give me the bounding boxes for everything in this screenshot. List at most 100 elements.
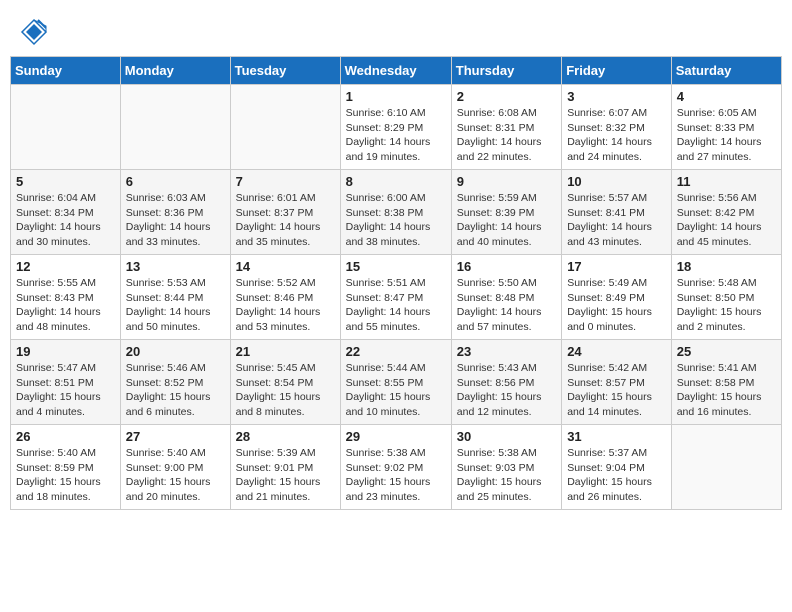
day-number: 11 (677, 174, 776, 189)
calendar-cell: 28 Sunrise: 5:39 AM Sunset: 9:01 PM Dayli… (230, 425, 340, 510)
day-number: 9 (457, 174, 556, 189)
day-info: Sunrise: 5:51 AM Sunset: 8:47 PM Dayligh… (346, 276, 446, 335)
day-header-tuesday: Tuesday (230, 57, 340, 85)
day-info: Sunrise: 6:04 AM Sunset: 8:34 PM Dayligh… (16, 191, 115, 250)
day-number: 16 (457, 259, 556, 274)
day-info: Sunrise: 5:40 AM Sunset: 9:00 PM Dayligh… (126, 446, 225, 505)
page-header (10, 10, 782, 50)
calendar-cell: 16 Sunrise: 5:50 AM Sunset: 8:48 PM Dayli… (451, 255, 561, 340)
day-info: Sunrise: 5:53 AM Sunset: 8:44 PM Dayligh… (126, 276, 225, 335)
day-number: 18 (677, 259, 776, 274)
day-number: 13 (126, 259, 225, 274)
day-number: 12 (16, 259, 115, 274)
calendar-cell: 19Sunrise: 5:47 AM Sunset: 8:51 PM Dayli… (11, 340, 121, 425)
day-info: Sunrise: 5:37 AM Sunset: 9:04 PM Dayligh… (567, 446, 666, 505)
day-info: Sunrise: 5:41 AM Sunset: 8:58 PM Dayligh… (677, 361, 776, 420)
day-number: 24 (567, 344, 666, 359)
day-number: 5 (16, 174, 115, 189)
calendar-table: SundayMondayTuesdayWednesdayThursdayFrid… (10, 56, 782, 510)
week-row-4: 19Sunrise: 5:47 AM Sunset: 8:51 PM Dayli… (11, 340, 782, 425)
week-row-2: 5 Sunrise: 6:04 AM Sunset: 8:34 PM Daylig… (11, 170, 782, 255)
calendar-cell: 1 Sunrise: 6:10 AM Sunset: 8:29 PM Daylig… (340, 85, 451, 170)
day-info: Sunrise: 6:05 AM Sunset: 8:33 PM Dayligh… (677, 106, 776, 165)
calendar-cell: 26 Sunrise: 5:40 AM Sunset: 8:59 PM Dayli… (11, 425, 121, 510)
day-number: 2 (457, 89, 556, 104)
calendar-cell: 14Sunrise: 5:52 AM Sunset: 8:46 PM Dayli… (230, 255, 340, 340)
week-row-1: 1 Sunrise: 6:10 AM Sunset: 8:29 PM Daylig… (11, 85, 782, 170)
logo (20, 18, 50, 46)
calendar-cell: 7Sunrise: 6:01 AM Sunset: 8:37 PM Daylig… (230, 170, 340, 255)
day-info: Sunrise: 5:59 AM Sunset: 8:39 PM Dayligh… (457, 191, 556, 250)
day-header-wednesday: Wednesday (340, 57, 451, 85)
day-info: Sunrise: 5:38 AM Sunset: 9:03 PM Dayligh… (457, 446, 556, 505)
calendar-cell (120, 85, 230, 170)
calendar-cell: 6 Sunrise: 6:03 AM Sunset: 8:36 PM Daylig… (120, 170, 230, 255)
header-row: SundayMondayTuesdayWednesdayThursdayFrid… (11, 57, 782, 85)
day-info: Sunrise: 5:49 AM Sunset: 8:49 PM Dayligh… (567, 276, 666, 335)
day-info: Sunrise: 5:43 AM Sunset: 8:56 PM Dayligh… (457, 361, 556, 420)
week-row-5: 26 Sunrise: 5:40 AM Sunset: 8:59 PM Dayli… (11, 425, 782, 510)
day-number: 4 (677, 89, 776, 104)
day-header-saturday: Saturday (671, 57, 781, 85)
day-info: Sunrise: 5:38 AM Sunset: 9:02 PM Dayligh… (346, 446, 446, 505)
day-number: 1 (346, 89, 446, 104)
day-info: Sunrise: 5:46 AM Sunset: 8:52 PM Dayligh… (126, 361, 225, 420)
calendar-cell: 5 Sunrise: 6:04 AM Sunset: 8:34 PM Daylig… (11, 170, 121, 255)
day-number: 15 (346, 259, 446, 274)
day-number: 22 (346, 344, 446, 359)
calendar-cell: 27 Sunrise: 5:40 AM Sunset: 9:00 PM Dayli… (120, 425, 230, 510)
calendar-cell: 30 Sunrise: 5:38 AM Sunset: 9:03 PM Dayli… (451, 425, 561, 510)
day-number: 25 (677, 344, 776, 359)
day-info: Sunrise: 5:50 AM Sunset: 8:48 PM Dayligh… (457, 276, 556, 335)
day-number: 3 (567, 89, 666, 104)
day-number: 19 (16, 344, 115, 359)
day-number: 29 (346, 429, 446, 444)
day-info: Sunrise: 5:52 AM Sunset: 8:46 PM Dayligh… (236, 276, 335, 335)
day-number: 20 (126, 344, 225, 359)
day-number: 21 (236, 344, 335, 359)
day-info: Sunrise: 5:56 AM Sunset: 8:42 PM Dayligh… (677, 191, 776, 250)
calendar-cell: 2 Sunrise: 6:08 AM Sunset: 8:31 PM Daylig… (451, 85, 561, 170)
calendar-cell: 22 Sunrise: 5:44 AM Sunset: 8:55 PM Dayli… (340, 340, 451, 425)
calendar-cell: 17 Sunrise: 5:49 AM Sunset: 8:49 PM Dayli… (562, 255, 672, 340)
day-info: Sunrise: 5:55 AM Sunset: 8:43 PM Dayligh… (16, 276, 115, 335)
calendar-cell: 4 Sunrise: 6:05 AM Sunset: 8:33 PM Daylig… (671, 85, 781, 170)
calendar-cell (11, 85, 121, 170)
day-info: Sunrise: 5:40 AM Sunset: 8:59 PM Dayligh… (16, 446, 115, 505)
calendar-cell: 3 Sunrise: 6:07 AM Sunset: 8:32 PM Daylig… (562, 85, 672, 170)
calendar-cell: 24Sunrise: 5:42 AM Sunset: 8:57 PM Dayli… (562, 340, 672, 425)
day-number: 17 (567, 259, 666, 274)
calendar-cell: 11 Sunrise: 5:56 AM Sunset: 8:42 PM Dayli… (671, 170, 781, 255)
calendar-cell: 23 Sunrise: 5:43 AM Sunset: 8:56 PM Dayli… (451, 340, 561, 425)
calendar-cell: 8Sunrise: 6:00 AM Sunset: 8:38 PM Daylig… (340, 170, 451, 255)
day-info: Sunrise: 5:45 AM Sunset: 8:54 PM Dayligh… (236, 361, 335, 420)
day-info: Sunrise: 5:44 AM Sunset: 8:55 PM Dayligh… (346, 361, 446, 420)
day-number: 6 (126, 174, 225, 189)
day-info: Sunrise: 6:10 AM Sunset: 8:29 PM Dayligh… (346, 106, 446, 165)
day-number: 26 (16, 429, 115, 444)
day-number: 28 (236, 429, 335, 444)
day-info: Sunrise: 6:08 AM Sunset: 8:31 PM Dayligh… (457, 106, 556, 165)
week-row-3: 12 Sunrise: 5:55 AM Sunset: 8:43 PM Dayli… (11, 255, 782, 340)
day-number: 27 (126, 429, 225, 444)
day-info: Sunrise: 6:03 AM Sunset: 8:36 PM Dayligh… (126, 191, 225, 250)
logo-icon (20, 18, 48, 46)
day-info: Sunrise: 5:39 AM Sunset: 9:01 PM Dayligh… (236, 446, 335, 505)
day-header-thursday: Thursday (451, 57, 561, 85)
day-number: 7 (236, 174, 335, 189)
day-info: Sunrise: 5:57 AM Sunset: 8:41 PM Dayligh… (567, 191, 666, 250)
calendar-cell: 18 Sunrise: 5:48 AM Sunset: 8:50 PM Dayli… (671, 255, 781, 340)
calendar-cell (671, 425, 781, 510)
day-info: Sunrise: 6:07 AM Sunset: 8:32 PM Dayligh… (567, 106, 666, 165)
calendar-cell: 9 Sunrise: 5:59 AM Sunset: 8:39 PM Daylig… (451, 170, 561, 255)
day-number: 23 (457, 344, 556, 359)
day-info: Sunrise: 5:48 AM Sunset: 8:50 PM Dayligh… (677, 276, 776, 335)
day-number: 10 (567, 174, 666, 189)
day-header-friday: Friday (562, 57, 672, 85)
calendar-cell: 12 Sunrise: 5:55 AM Sunset: 8:43 PM Dayli… (11, 255, 121, 340)
calendar-cell: 15 Sunrise: 5:51 AM Sunset: 8:47 PM Dayli… (340, 255, 451, 340)
day-number: 30 (457, 429, 556, 444)
calendar-cell: 13 Sunrise: 5:53 AM Sunset: 8:44 PM Dayli… (120, 255, 230, 340)
calendar-cell: 25 Sunrise: 5:41 AM Sunset: 8:58 PM Dayli… (671, 340, 781, 425)
day-header-sunday: Sunday (11, 57, 121, 85)
